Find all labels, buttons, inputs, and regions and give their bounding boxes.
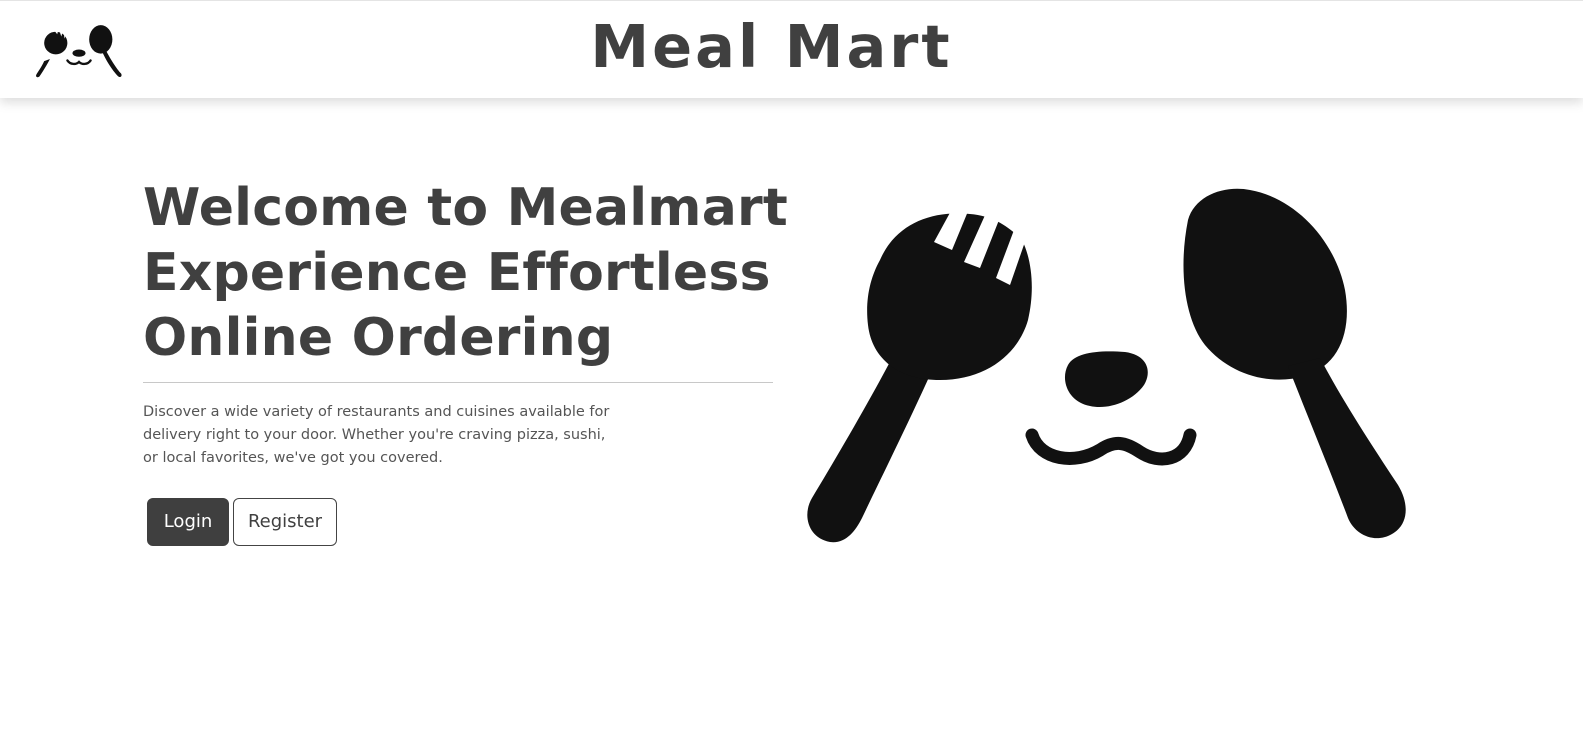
site-title: Meal Mart [590,12,953,81]
site-header: Meal Mart [0,0,1583,98]
register-button[interactable]: Register [233,498,337,546]
hero-description: Discover a wide variety of restaurants a… [143,404,610,466]
panda-nose [1064,351,1148,408]
login-button[interactable]: Login [147,498,229,546]
hero-title-line-3: Online Ordering [143,308,614,368]
hero-divider [143,382,773,383]
fork-handle [807,358,930,543]
spoon-head [1183,188,1347,380]
hero-title: Welcome to Mealmart Experience Effortles… [143,176,793,371]
hero-title-line-1: Welcome to Mealmart [143,178,788,238]
hero-title-line-2: Experience Effortless [143,243,771,303]
panda-utensils-illustration [807,188,1406,543]
spoon-handle [1288,358,1406,539]
panda-mouth [1025,428,1197,466]
